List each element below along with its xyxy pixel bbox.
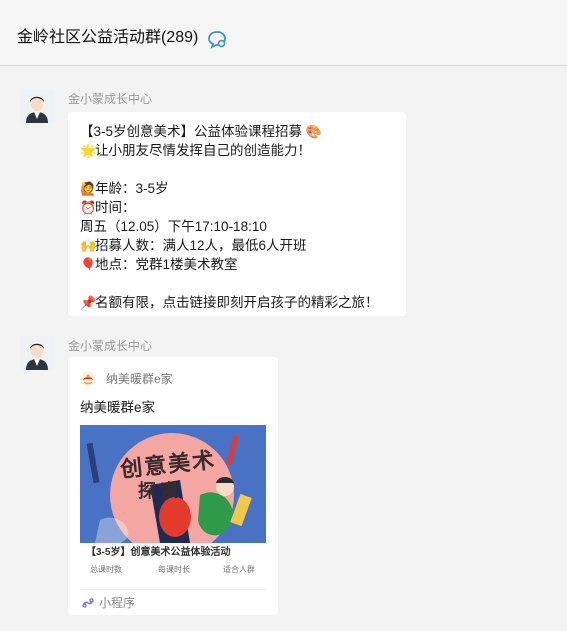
message-line: ⏰时间： [80,200,136,215]
message-line: 📌名额有限，点击链接即刻开启孩子的精彩之旅！ [80,295,379,310]
poster-title: 【3-5岁】创意美术公益体验活动 [86,547,231,558]
card-title: 纳美暖群e家 [80,400,156,415]
balloon-icon: 🎈 [80,257,97,272]
message-line: 周五（12.05）下午17:10-18:10 [80,219,267,234]
message-bubble[interactable]: 【3-5岁创意美术】公益体验课程招募 🎨 🌟让小朋友尽情发挥自己的创造能力！ 🙋… [68,112,406,316]
avatar[interactable] [20,89,54,123]
mini-program-icon [82,598,94,608]
chat-header: 金岭社区公益活动群(289) [0,0,567,66]
message-line: 【3-5岁创意美术】公益体验课程招募 🎨 [80,124,322,139]
sparkle-icon: 🌟 [80,143,97,158]
source-logo-icon [80,371,96,387]
raising-hand-icon: 🙋 [80,181,97,196]
card-source-name: 纳美暖群e家 [106,372,173,386]
poster-stat: 适合人群 [223,565,255,574]
mini-program-label: 小程序 [99,596,136,610]
message-line: 🌟让小朋友尽情发挥自己的创造能力！ [80,143,311,158]
sender-name: 金小蒙成长中心 [68,92,153,106]
alarm-clock-icon: ⏰ [80,200,97,215]
poster-stat: 每课时长 [158,565,190,574]
avatar[interactable] [20,336,54,370]
card-cover-image[interactable]: 创意美术 探索 【3-5岁】创意美术公益体验活动 总课时数 每课时长 适合人群 [80,425,266,611]
chat-bubble-icon[interactable] [207,29,227,49]
sender-name: 金小蒙成长中心 [68,339,153,353]
avatar-cartoon-man-icon [20,89,54,123]
poster-subheading: 探索 [138,481,182,502]
message-line: 🙌招募人数：满人12人，最低6人开班 [80,238,307,253]
message-line: 🙋年龄：3-5岁 [80,181,169,196]
avatar-cartoon-man-icon [20,336,54,370]
poster-stat: 总课时数 [90,565,122,574]
mini-program-card[interactable]: 纳美暖群e家 纳美暖群e家 创意美术 探索 【3-5岁】创意美术公益体验活动 总… [68,357,278,615]
card-footer: 小程序 [80,589,266,613]
palette-icon: 🎨 [305,124,322,139]
chat-title[interactable]: 金岭社区公益活动群(289) [17,28,198,48]
pushpin-icon: 📌 [80,295,97,310]
raised-hands-icon: 🙌 [80,238,97,253]
message-line: 🎈地点：党群1楼美术教室 [80,257,238,272]
